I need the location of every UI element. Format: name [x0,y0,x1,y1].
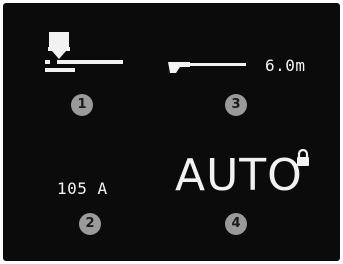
welding-current-value: 105 A [57,179,108,198]
welding-torch-icon [45,32,123,72]
lcd-screen: 1 6.0m 3 105 A 2 AUTO 4 [3,3,340,261]
callout-4-badge: 4 [225,213,247,235]
lock-icon [297,149,309,166]
cable-length-icon [168,62,246,73]
cable-length-value: 6.0m [265,56,306,75]
callout-1-badge: 1 [71,94,93,116]
callout-3-badge: 3 [225,94,247,116]
mode-indicator: AUTO [175,150,303,201]
callout-2-badge: 2 [79,213,101,235]
